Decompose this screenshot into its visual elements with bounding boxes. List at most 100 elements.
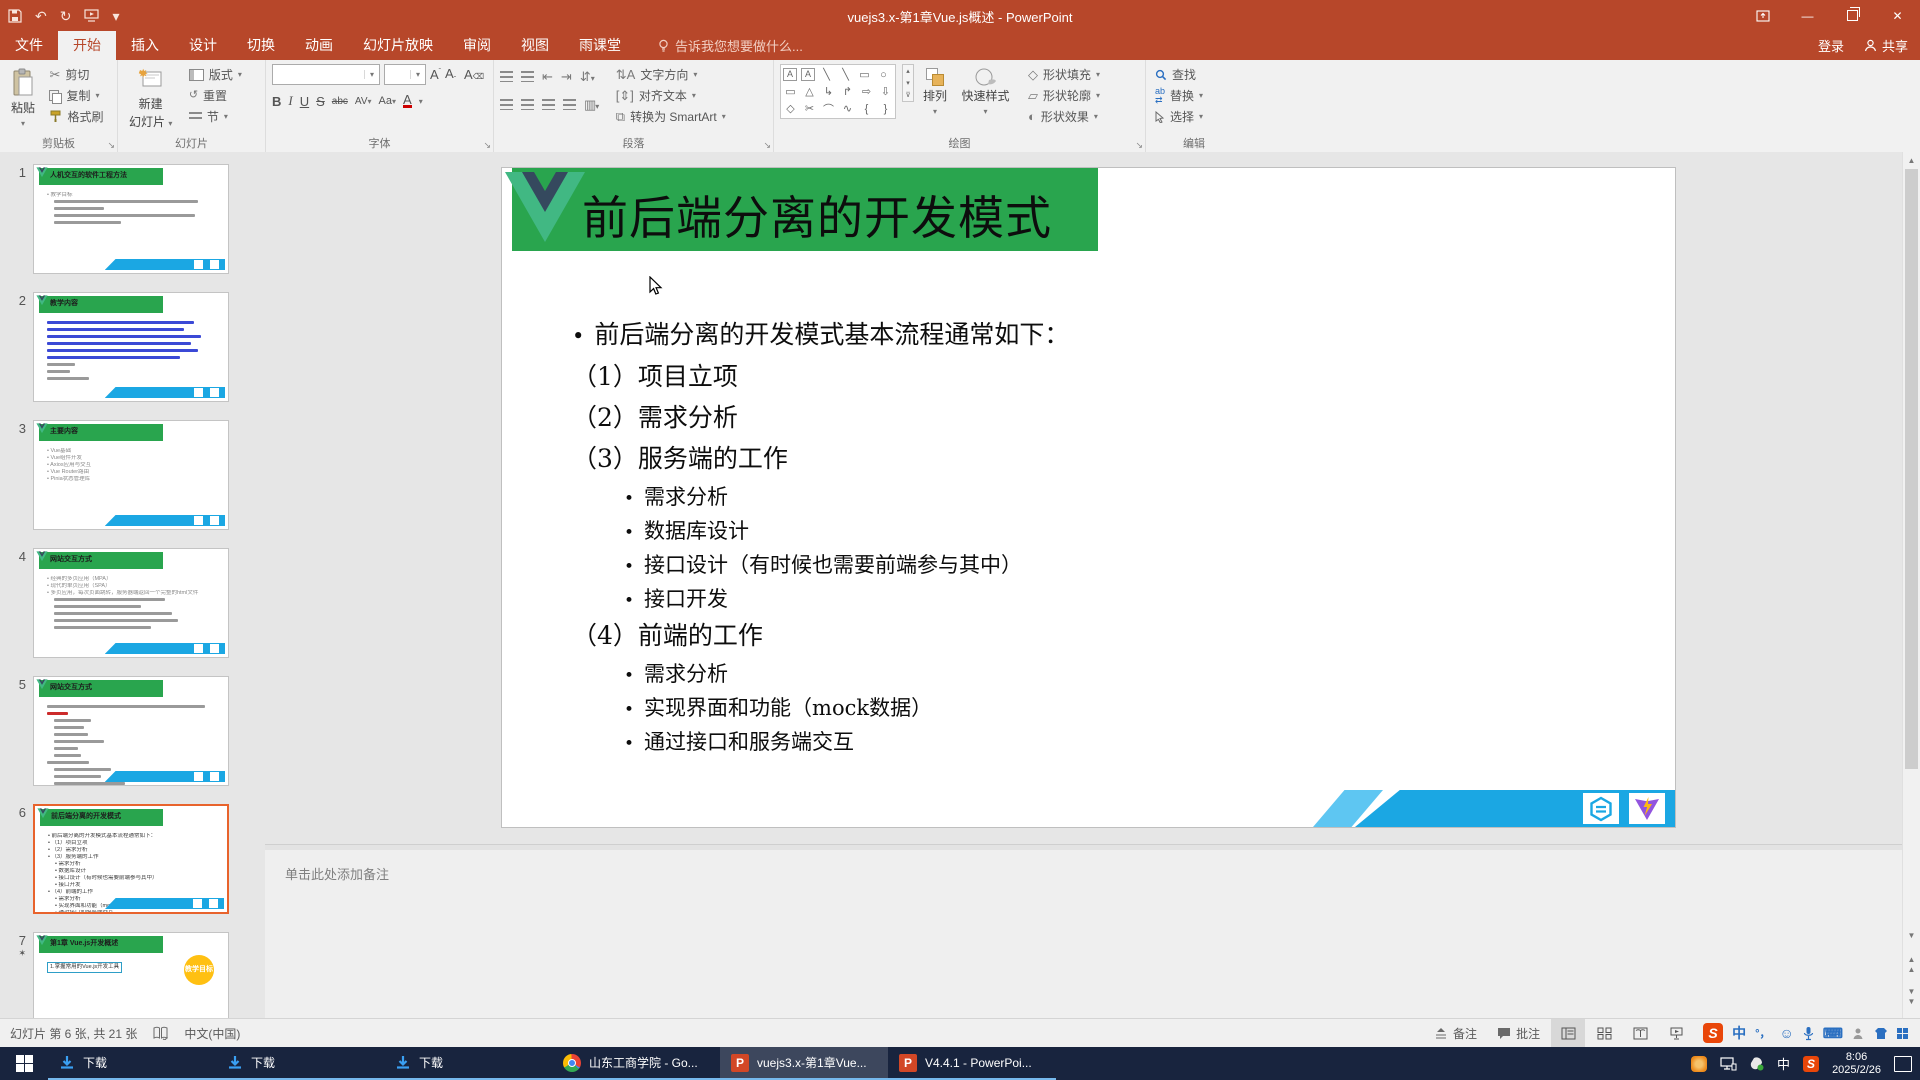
thumbnail-slide-preview[interactable]: 网站交互方式• 经典的多页应用（MPA）• 现代的单页应用（SPA）• 多页应用… — [33, 548, 229, 658]
minimize-button[interactable]: — — [1785, 0, 1830, 31]
decrease-indent-icon[interactable]: ⇤ — [542, 70, 553, 83]
thumbnail-slide-preview[interactable]: 教学内容 — [33, 292, 229, 402]
arrange-button[interactable]: 排列▾ — [918, 64, 952, 130]
underline-button[interactable]: U — [300, 94, 309, 109]
shapes-gallery-scroll[interactable]: ▴▾⊽ — [902, 64, 913, 102]
align-center-icon[interactable] — [521, 99, 534, 110]
thumbnail-slide-preview[interactable]: 人机交互的软件工程方法• 教学目标 — [33, 164, 229, 274]
char-spacing-button[interactable]: AV▾ — [355, 96, 372, 107]
shape-option-icon[interactable]: ↱ — [840, 85, 855, 98]
font-color-button[interactable]: A — [403, 94, 412, 108]
ribbon-display-options-icon[interactable] — [1740, 0, 1785, 31]
slide-title[interactable]: 前后端分离的开发模式 — [582, 182, 1052, 248]
scrollbar-thumb[interactable] — [1905, 169, 1918, 769]
slide-counter[interactable]: 幻灯片 第 6 张, 共 21 张 — [10, 1025, 137, 1042]
tab-雨课堂[interactable]: 雨课堂 — [564, 31, 636, 60]
tab-视图[interactable]: 视图 — [506, 31, 564, 60]
slide-thumbnail[interactable]: 1人机交互的软件工程方法• 教学目标 — [0, 164, 265, 274]
shape-option-icon[interactable]: ↳ — [821, 85, 836, 98]
slide-sorter-view-button[interactable] — [1587, 1019, 1621, 1047]
shape-option-icon[interactable]: ◇ — [783, 102, 798, 115]
close-button[interactable]: ✕ — [1875, 0, 1920, 31]
slide-canvas[interactable]: 前后端分离的开发模式 •前后端分离的开发模式基本流程通常如下：（1）项目立项（2… — [502, 168, 1675, 827]
shape-option-icon[interactable]: ✂ — [802, 102, 817, 115]
reset-button[interactable]: ↺ 重置 — [186, 85, 245, 106]
shrink-font-icon[interactable]: Aˇ — [445, 66, 456, 84]
format-painter-button[interactable]: 格式刷 — [46, 106, 106, 127]
tab-开始[interactable]: 开始 — [58, 31, 116, 60]
slide-thumbnail-panel[interactable]: 1人机交互的软件工程方法• 教学目标 2教学内容 3主要内容• Vue基础• Vue… — [0, 152, 265, 1019]
ime-cn-mode-icon[interactable]: 中 — [1732, 1023, 1746, 1043]
slide-thumbnail[interactable]: 7✶第1章 Vue.js开发概述1.掌握常用的Vue.js开发工具教学目标 — [0, 932, 265, 1019]
new-slide-button[interactable]: 新建 幻灯片 ▾ — [124, 64, 177, 134]
shape-option-icon[interactable]: ⇨ — [859, 85, 874, 98]
tab-审阅[interactable]: 审阅 — [448, 31, 506, 60]
numbering-icon[interactable] — [521, 71, 534, 82]
language-indicator[interactable]: 中文(中国) — [184, 1025, 240, 1042]
previous-slide-button[interactable]: ▲▲ — [1903, 955, 1920, 975]
start-button[interactable] — [0, 1047, 48, 1080]
notes-toggle[interactable]: 备注 — [1425, 1019, 1486, 1047]
reading-view-button[interactable] — [1623, 1019, 1657, 1047]
share-button[interactable]: 共享 — [1864, 36, 1908, 55]
scroll-down-icon[interactable]: ▼ — [1903, 929, 1920, 943]
person-setting-icon[interactable] — [1852, 1027, 1865, 1040]
font-name-combo[interactable]: ▾ — [272, 64, 380, 85]
microphone-icon[interactable] — [1803, 1026, 1814, 1041]
restore-button[interactable] — [1830, 0, 1875, 31]
bullets-icon[interactable] — [500, 71, 513, 82]
sogou-tray-icon[interactable]: S — [1803, 1056, 1819, 1072]
slide-thumbnail[interactable]: 3主要内容• Vue基础• Vue组件开发• Axios应用与交互• Vue R… — [0, 420, 265, 530]
taskbar-item-download[interactable]: 下载 — [384, 1047, 552, 1080]
text-shadow-button[interactable]: abc — [332, 96, 348, 107]
text-direction-button[interactable]: ⇅A文字方向▾ — [613, 64, 729, 85]
shape-option-icon[interactable]: } — [878, 103, 893, 115]
clear-format-icon[interactable]: A⌫ — [464, 67, 484, 82]
comments-toggle[interactable]: 批注 — [1488, 1019, 1549, 1047]
slideshow-view-button[interactable] — [1659, 1019, 1693, 1047]
shape-option-icon[interactable]: ⌒ — [821, 101, 836, 117]
tab-file[interactable]: 文件 — [0, 31, 58, 60]
tab-幻灯片放映[interactable]: 幻灯片放映 — [348, 31, 448, 60]
change-case-button[interactable]: Aa▾ — [379, 95, 396, 107]
tab-插入[interactable]: 插入 — [116, 31, 174, 60]
thumbnail-slide-preview[interactable]: 前后端分离的开发模式• 前后端分离的开发模式基本流程通常如下：• （1）项目立项… — [33, 804, 229, 914]
notes-placeholder[interactable]: 单击此处添加备注 — [285, 864, 1903, 883]
taskbar-item-ppt[interactable]: Pvuejs3.x-第1章Vue... — [720, 1047, 888, 1080]
shape-option-icon[interactable]: ∿ — [840, 102, 855, 115]
taskbar-item-download[interactable]: 下载 — [48, 1047, 216, 1080]
taskbar-item-ppt[interactable]: PV4.4.1 - PowerPoi... — [888, 1047, 1056, 1080]
taskbar-item-chrome[interactable]: 山东工商学院 - Go... — [552, 1047, 720, 1080]
strikethrough-button[interactable]: S — [316, 94, 325, 109]
select-button[interactable]: 选择▾ — [1152, 106, 1206, 127]
section-button[interactable]: 节▾ — [186, 106, 245, 127]
bold-button[interactable]: B — [272, 94, 281, 109]
spell-check-icon[interactable] — [153, 1026, 168, 1040]
taskbar-clock[interactable]: 8:06 2025/2/26 — [1832, 1051, 1881, 1077]
normal-view-button[interactable] — [1551, 1019, 1585, 1047]
shape-option-icon[interactable]: A — [801, 68, 815, 81]
font-size-combo[interactable]: ▾ — [384, 64, 426, 85]
slide-thumbnail[interactable]: 2教学内容 — [0, 292, 265, 402]
columns-icon[interactable]: ▥▾ — [584, 98, 598, 111]
thumbnail-slide-preview[interactable]: 网站交互方式 — [33, 676, 229, 786]
shape-option-icon[interactable]: ▭ — [857, 68, 872, 81]
shape-option-icon[interactable]: ╲ — [819, 68, 834, 81]
justify-icon[interactable] — [563, 99, 576, 110]
find-button[interactable]: 查找 — [1152, 64, 1206, 85]
editor-scrollbar[interactable]: ▲ ▼ ▲▲ ▼▼ — [1902, 152, 1920, 1019]
cut-button[interactable]: ✂剪切 — [46, 64, 106, 85]
remote-desktop-icon[interactable] — [1720, 1057, 1737, 1071]
sogou-ime-toolbar[interactable]: S 中 °， ☺ ⌨ — [1695, 1023, 1916, 1043]
increase-indent-icon[interactable]: ⇥ — [561, 70, 572, 83]
shape-effects-button[interactable]: ◐形状效果▾ — [1025, 106, 1103, 127]
slide-thumbnail[interactable]: 5网站交互方式 — [0, 676, 265, 786]
tray-app-icon[interactable] — [1691, 1056, 1707, 1072]
italic-button[interactable]: I — [288, 93, 292, 109]
align-left-icon[interactable] — [500, 99, 513, 110]
next-slide-button[interactable]: ▼▼ — [1903, 987, 1920, 1007]
shapes-gallery[interactable]: AA╲╲▭○▭△↳↱⇨⇩◇✂⌒∿{} — [780, 64, 896, 119]
tab-设计[interactable]: 设计 — [174, 31, 232, 60]
ime-mode-indicator[interactable]: 中 — [1777, 1054, 1790, 1073]
scroll-up-icon[interactable]: ▲ — [1903, 152, 1920, 168]
